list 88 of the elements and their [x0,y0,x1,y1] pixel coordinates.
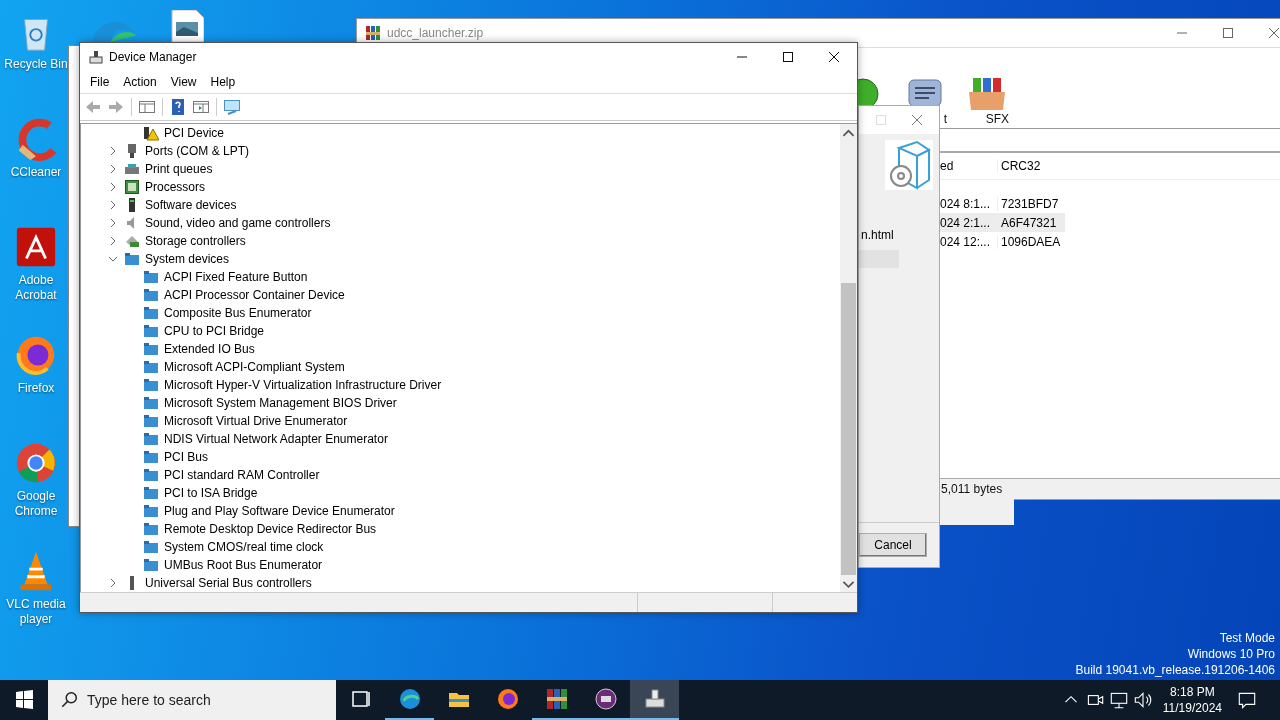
cancel-button[interactable]: Cancel [859,533,927,557]
file-row[interactable]: 024 8:1... 7231BFD7 [937,194,1065,213]
progress-field [859,250,899,268]
tree-item[interactable]: Plug and Play Software Device Enumerator [164,504,395,518]
menu-item[interactable]: File [83,73,117,91]
tree-item[interactable]: System devices [145,252,230,266]
tree-item[interactable]: Remote Desktop Device Redirector Bus [164,522,377,536]
chevron-down-icon[interactable] [108,254,118,264]
system-device-icon [124,251,140,267]
search-field[interactable]: Type here to search [48,680,336,720]
tree-item[interactable]: Microsoft Hyper-V Virtualization Infrastructure Driver [164,378,442,392]
tree-item[interactable]: ACPI Processor Container Device [164,288,345,302]
tree-item[interactable]: Print queues [145,162,213,176]
tree-item[interactable]: Software devices [145,198,237,212]
system-device-icon [143,503,159,519]
scroll-thumb[interactable] [841,283,856,575]
tree-item[interactable]: Microsoft System Management BIOS Driver [164,396,397,410]
system-device-icon [143,269,159,285]
file-name: n.html [861,228,895,242]
system-device-icon [143,341,159,357]
tree-item[interactable]: NDIS Virtual Network Adapter Enumerator [164,432,388,446]
system-device-icon [143,485,159,501]
search-icon [60,691,78,709]
tree-item[interactable]: Composite Bus Enumerator [164,306,312,320]
system-device-icon [143,287,159,303]
menu-item[interactable]: Help [203,73,243,91]
tree-item[interactable]: System CMOS/real time clock [164,540,324,554]
printer-device-icon [124,161,140,177]
chevron-right-icon[interactable] [108,146,118,156]
system-notice: Windows 10 Pro [1187,646,1275,662]
system-device-icon [143,323,159,339]
column-header[interactable]: CRC32 [997,159,1065,173]
tree-item[interactable]: PCI standard RAM Controller [164,468,320,482]
system-device-icon [143,359,159,375]
chevron-right-icon[interactable] [108,218,118,228]
tree-item[interactable]: PCI to ISA Bridge [164,486,258,500]
processor-device-icon [124,179,140,195]
storage-device-icon [124,233,140,249]
toolbar-label[interactable]: SFX [985,112,1009,126]
tree-item[interactable]: Extended IO Bus [164,342,255,356]
file-row[interactable]: 024 12:... 1096DAEA [937,232,1065,251]
window-title: Device Manager [109,50,197,64]
toolbar-label[interactable]: t [943,112,947,126]
tree-item[interactable]: UMBus Root Bus Enumerator [164,558,323,572]
warning-device-icon [143,125,159,141]
chevron-right-icon[interactable] [108,236,118,246]
column-header[interactable]: ed [937,159,997,173]
tree-item[interactable]: Universal Serial Bus controllers [145,576,312,590]
tree-item[interactable]: Microsoft ACPI-Compliant System [164,360,345,374]
system-device-icon [143,305,159,321]
system-device-icon [143,539,159,555]
chevron-right-icon[interactable] [108,182,118,192]
clock-date[interactable]: 11/19/2024 [1162,700,1222,716]
archive-books-icon [365,25,381,41]
menu-item[interactable]: Action [116,73,164,91]
scrollbar[interactable] [840,124,857,592]
chevron-right-icon[interactable] [108,578,118,588]
system-notice: Build 19041.vb_release.191206-1406 [1075,662,1275,678]
tree-item[interactable]: PCI Bus [164,450,208,464]
system-device-icon [143,467,159,483]
tree-item[interactable]: ACPI Fixed Feature Button [164,270,308,284]
tree-item[interactable]: PCI Device [164,126,225,140]
system-device-icon [143,413,159,429]
system-device-icon [143,431,159,447]
status-text: 5,011 bytes [941,482,1003,496]
window-title: udcc_launcher.zip [387,26,484,40]
computer-device-icon [88,49,104,65]
system-device-icon [143,521,159,537]
tree-item[interactable]: Ports (COM & LPT) [145,144,249,158]
system-notice: Test Mode [1219,630,1275,646]
system-device-icon [143,377,159,393]
system-device-icon [143,449,159,465]
chevron-right-icon[interactable] [108,164,118,174]
image-file-icon[interactable] [170,10,204,42]
file-row[interactable]: 024 2:1... A6F47321 [937,213,1065,232]
menu-item[interactable]: View [163,73,204,91]
tree-item[interactable]: CPU to PCI Bridge [164,324,265,338]
tree-item[interactable]: Sound, video and game controllers [145,216,331,230]
clock-time[interactable]: 8:18 PM [1170,684,1215,700]
tree-item[interactable]: Microsoft Virtual Drive Enumerator [164,414,348,428]
archive-box-icon[interactable] [967,76,1007,112]
chevron-right-icon[interactable] [108,200,118,210]
tree-item[interactable]: Processors [145,180,206,194]
system-device-icon [143,395,159,411]
tree-item[interactable]: Storage controllers [145,234,246,248]
monitor-scan-icon[interactable] [222,97,242,117]
system-device-icon [143,557,159,573]
computer-device-icon[interactable] [630,680,679,720]
